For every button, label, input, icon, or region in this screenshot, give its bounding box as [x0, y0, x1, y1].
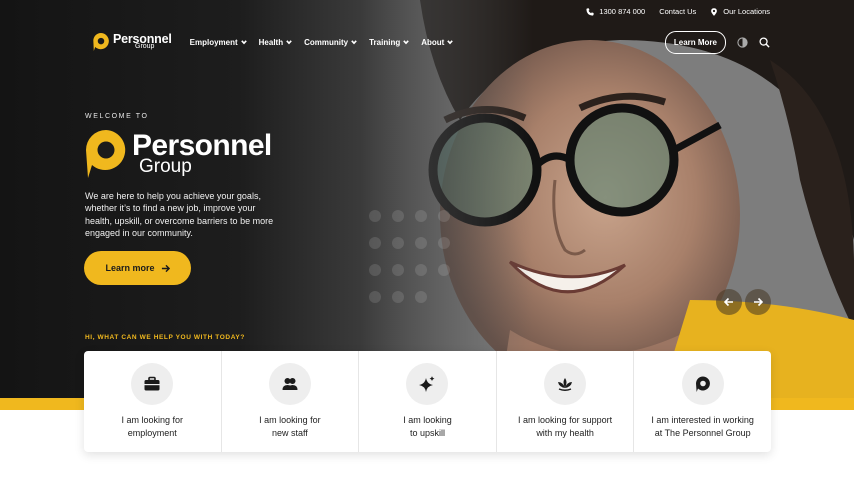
contact-link[interactable]: Contact Us — [659, 7, 696, 16]
personnel-logo-icon — [695, 376, 710, 392]
people-icon — [282, 378, 298, 390]
nav-item-health[interactable]: Health — [259, 38, 292, 47]
nav-item-employment[interactable]: Employment — [190, 38, 247, 47]
nav-item-community[interactable]: Community — [304, 38, 357, 47]
lotus-icon — [558, 378, 573, 391]
card-icon-circle — [406, 363, 449, 405]
slider-prev-button[interactable] — [716, 289, 742, 315]
contact-label: Contact Us — [659, 7, 697, 16]
card-health-support[interactable]: I am looking for support with my health — [497, 351, 635, 452]
briefcase-icon — [144, 376, 160, 391]
locations-label: Our Locations — [723, 7, 770, 16]
welcome-label: WELCOME TO — [85, 113, 149, 120]
card-label: I am interested in working at The Person… — [640, 414, 766, 439]
locations-link[interactable]: Our Locations — [710, 7, 770, 16]
card-label-line: with my health — [536, 427, 594, 438]
chevron-down-icon — [447, 40, 454, 45]
arrow-right-icon — [161, 264, 170, 272]
phone-number: 1300 874 000 — [599, 7, 646, 16]
card-label-line: I am looking for — [121, 415, 184, 425]
phone-icon — [586, 7, 594, 16]
learn-more-hero-button[interactable]: Learn more — [84, 251, 191, 285]
utility-bar: 1300 874 000 Contact Us Our Locations — [586, 7, 770, 16]
card-label-line: at The Personnel Group — [654, 427, 751, 438]
card-label: I am looking for new staff — [227, 414, 353, 439]
card-label-line: I am looking for support — [518, 415, 613, 425]
chevron-down-icon — [403, 40, 410, 45]
card-label-line: I am looking for — [259, 415, 321, 425]
chevron-down-icon — [240, 40, 247, 45]
personnel-logo-icon — [93, 32, 109, 51]
search-button[interactable] — [758, 36, 770, 48]
contrast-icon — [736, 36, 748, 48]
card-label-line: new staff — [271, 427, 308, 438]
card-icon-circle — [131, 363, 174, 405]
arrow-left-icon — [724, 297, 733, 307]
main-nav: Personnel Group Employment Health Commun… — [92, 30, 770, 54]
nav-item-about[interactable]: About — [421, 37, 454, 47]
slider-next-button[interactable] — [745, 289, 771, 315]
nav-actions: Learn More — [664, 30, 770, 54]
card-new-staff[interactable]: I am looking for new staff — [222, 351, 360, 452]
card-label-line: to upskill — [409, 427, 445, 438]
card-icon-circle — [681, 363, 724, 405]
hero-logo-personnel: Personnel — [132, 129, 272, 163]
contrast-toggle[interactable] — [736, 36, 748, 48]
personnel-logo-icon — [86, 130, 126, 178]
card-label: I am looking for employment — [89, 414, 215, 439]
card-label-line: I am looking — [403, 415, 452, 425]
card-icon-circle — [544, 363, 587, 405]
card-icon-circle — [268, 363, 311, 405]
nav-item-label: About — [421, 37, 445, 47]
nav-item-training[interactable]: Training — [369, 37, 410, 47]
arrow-right-icon — [754, 297, 763, 307]
nav-item-label: Employment — [189, 37, 238, 47]
learn-more-nav-button[interactable]: Learn More — [664, 30, 726, 54]
card-label-line: employment — [127, 427, 177, 438]
nav-item-label: Health — [258, 37, 284, 47]
nav-menu: Employment Health Community Training Abo… — [190, 38, 454, 47]
sparkle-icon — [419, 376, 435, 392]
help-cards: I am looking for employment I am looking… — [84, 351, 771, 452]
hero-logo: Personnel Group — [84, 128, 272, 180]
learn-more-hero-label: Learn more — [105, 263, 155, 273]
card-label: I am looking to upskill — [364, 414, 490, 439]
chevron-down-icon — [351, 40, 357, 45]
card-label: I am looking for support with my health — [502, 414, 628, 439]
search-icon — [758, 36, 770, 48]
card-upskill[interactable]: I am looking to upskill — [359, 351, 497, 452]
phone-link[interactable]: 1300 874 000 — [586, 7, 645, 16]
hero-photo — [360, 0, 854, 398]
hero-section: 1300 874 000 Contact Us Our Locations Pe… — [0, 0, 854, 398]
page: 1300 874 000 Contact Us Our Locations Pe… — [0, 0, 854, 480]
card-label-line: I am interested in working — [651, 415, 754, 425]
help-heading: HI, WHAT CAN WE HELP YOU WITH TODAY? — [85, 334, 245, 341]
hero-intro-text: We are here to help you achieve your goa… — [85, 191, 274, 239]
nav-item-label: Community — [304, 37, 349, 47]
nav-item-label: Training — [369, 37, 401, 47]
card-work-with-us[interactable]: I am interested in working at The Person… — [634, 351, 771, 452]
chevron-down-icon — [286, 40, 292, 45]
location-pin-icon — [711, 7, 718, 16]
card-employment[interactable]: I am looking for employment — [84, 351, 222, 452]
site-logo[interactable]: Personnel Group — [92, 32, 172, 52]
